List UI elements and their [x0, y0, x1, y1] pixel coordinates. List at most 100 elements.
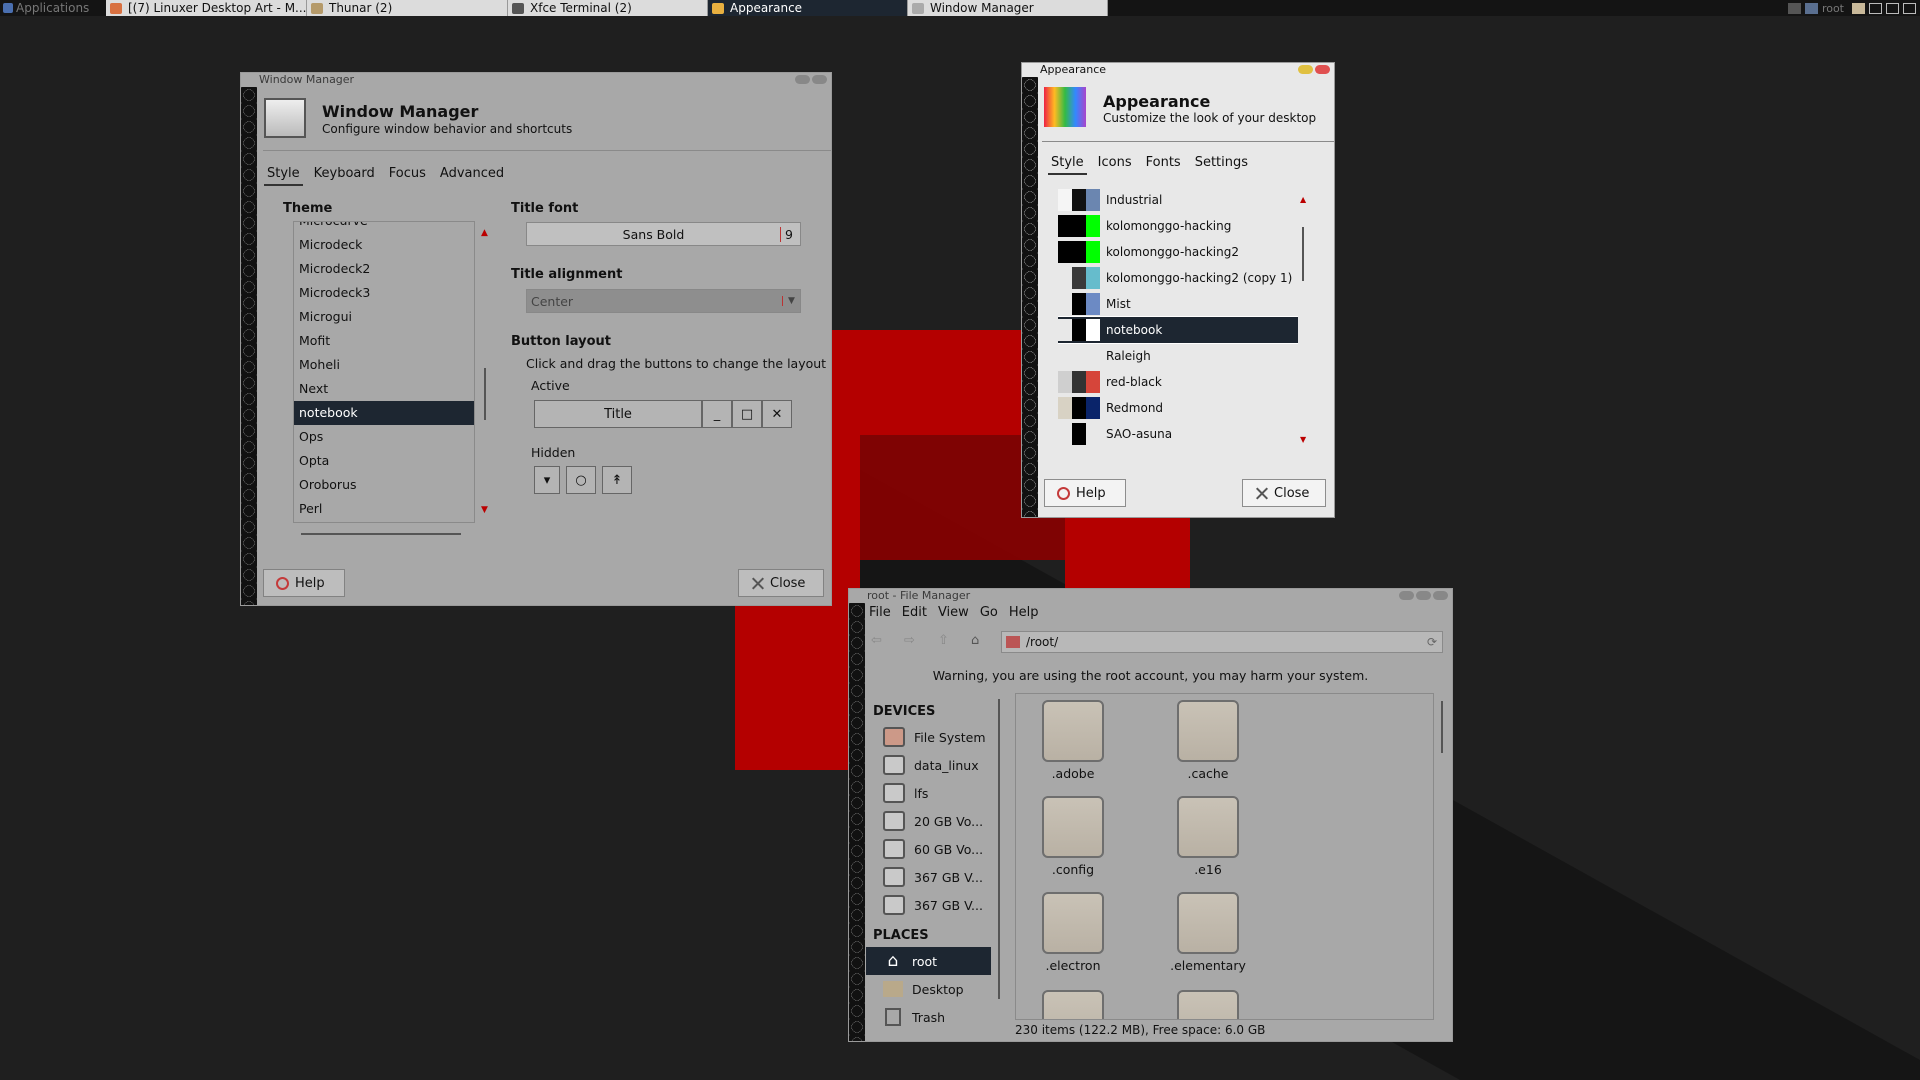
- menu-edit[interactable]: Edit: [902, 605, 927, 620]
- close-window-button[interactable]: [1433, 591, 1448, 600]
- close-layout-button[interactable]: ✕: [762, 400, 792, 428]
- close-button[interactable]: Close: [1242, 479, 1326, 507]
- sidebar-scrollbar[interactable]: [998, 699, 1000, 999]
- list-item[interactable]: Industrial: [1058, 187, 1298, 213]
- icon-view[interactable]: .adobe .cache .config .e16 .electron .el…: [1015, 693, 1434, 1020]
- list-item[interactable]: Opta: [294, 449, 474, 473]
- sidebar-item-data-linux[interactable]: data_linux: [866, 751, 991, 779]
- network-icon[interactable]: [1787, 2, 1801, 14]
- task-thunar[interactable]: Thunar (2): [307, 0, 508, 16]
- title-font-button[interactable]: Sans Bold 9: [526, 222, 801, 246]
- scroll-up-icon[interactable]: ▲: [1300, 195, 1306, 204]
- view-scrollbar[interactable]: [1441, 701, 1443, 753]
- sidebar-item-trash[interactable]: Trash: [866, 1003, 991, 1031]
- task-appearance[interactable]: Appearance: [708, 0, 908, 16]
- tab-focus[interactable]: Focus: [386, 166, 429, 186]
- minimize-button[interactable]: [1399, 591, 1414, 600]
- horizontal-scrollbar[interactable]: [301, 533, 461, 535]
- list-item[interactable]: SAO-asuna: [1058, 421, 1298, 447]
- up-icon[interactable]: ⇧: [938, 633, 956, 649]
- help-button[interactable]: Help: [1044, 479, 1126, 507]
- list-item[interactable]: Microcurve: [294, 222, 474, 233]
- window-title[interactable]: Appearance: [1022, 63, 1334, 77]
- sidebar-item-lfs[interactable]: lfs: [866, 779, 991, 807]
- close-button[interactable]: Close: [738, 569, 824, 597]
- tab-style[interactable]: Style: [264, 166, 303, 186]
- workspace-3-icon[interactable]: [1903, 2, 1916, 14]
- minimize-button[interactable]: [1298, 65, 1313, 74]
- list-item[interactable]: Mofit: [294, 329, 474, 353]
- list-item[interactable]: Ops: [294, 425, 474, 449]
- sidebar-item-desktop[interactable]: Desktop: [866, 975, 991, 1003]
- style-list[interactable]: Industrial kolomonggo-hacking kolomonggo-h…: [1058, 187, 1298, 467]
- home-icon[interactable]: ⌂: [971, 633, 989, 649]
- title-alignment-dropdown[interactable]: Center ▼: [526, 289, 801, 313]
- list-item[interactable]: Microdeck: [294, 233, 474, 257]
- workspace-2-icon[interactable]: [1886, 2, 1899, 14]
- folder-icon[interactable]: [1852, 2, 1865, 14]
- scroll-up-icon[interactable]: ▲: [481, 228, 488, 238]
- list-item[interactable]: Microdeck2: [294, 257, 474, 281]
- list-item[interactable]: kolomonggo-hacking2 (copy 1): [1058, 265, 1298, 291]
- folder-item[interactable]: [1153, 990, 1263, 1019]
- list-item[interactable]: kolomonggo-hacking: [1058, 213, 1298, 239]
- window-title[interactable]: Window Manager: [241, 73, 831, 87]
- tab-keyboard[interactable]: Keyboard: [311, 166, 378, 186]
- folder-item[interactable]: .e16: [1153, 796, 1263, 877]
- list-item-selected[interactable]: notebook: [1058, 316, 1298, 344]
- menu-layout-button[interactable]: ▾: [534, 466, 560, 494]
- list-item[interactable]: Oroborus: [294, 473, 474, 497]
- menu-file[interactable]: File: [869, 605, 891, 620]
- help-button[interactable]: Help: [263, 569, 345, 597]
- minimize-layout-button[interactable]: _: [702, 400, 732, 428]
- task-browser[interactable]: [(7) Linuxer Desktop Art - M...: [106, 0, 307, 16]
- close-window-button[interactable]: [812, 75, 827, 84]
- list-item[interactable]: Moheli: [294, 353, 474, 377]
- tab-style[interactable]: Style: [1048, 155, 1087, 175]
- sidebar-item-volume-367b[interactable]: 367 GB V...: [866, 891, 991, 919]
- list-item[interactable]: Next: [294, 377, 474, 401]
- tab-settings[interactable]: Settings: [1192, 155, 1251, 175]
- folder-item[interactable]: [1018, 990, 1128, 1019]
- minimize-button[interactable]: [795, 75, 810, 84]
- close-window-button[interactable]: [1315, 65, 1330, 74]
- user-label[interactable]: root: [1822, 2, 1844, 15]
- scroll-down-icon[interactable]: ▼: [481, 505, 488, 515]
- task-terminal[interactable]: Xfce Terminal (2): [508, 0, 708, 16]
- sidebar-item-volume-367a[interactable]: 367 GB V...: [866, 863, 991, 891]
- active-title-slot[interactable]: Title: [534, 400, 702, 428]
- display-icon[interactable]: [1804, 2, 1818, 14]
- list-item[interactable]: red-black: [1058, 369, 1298, 395]
- list-item[interactable]: Redmond: [1058, 395, 1298, 421]
- list-item[interactable]: Microdeck3: [294, 281, 474, 305]
- maximize-layout-button[interactable]: □: [732, 400, 762, 428]
- list-item-selected[interactable]: notebook: [294, 401, 474, 425]
- stick-layout-button[interactable]: ○: [566, 466, 596, 494]
- window-title[interactable]: root - File Manager: [849, 589, 1452, 603]
- list-item[interactable]: Mist: [1058, 291, 1298, 317]
- folder-item[interactable]: .cache: [1153, 700, 1263, 781]
- sidebar-item-volume-60[interactable]: 60 GB Vo...: [866, 835, 991, 863]
- sidebar-item-root[interactable]: ⌂ root: [866, 947, 991, 975]
- tab-icons[interactable]: Icons: [1095, 155, 1135, 175]
- scroll-down-icon[interactable]: ▼: [1300, 435, 1306, 444]
- folder-item[interactable]: .electron: [1018, 892, 1128, 973]
- theme-list[interactable]: Microcurve Microdeck Microdeck2 Microdec…: [293, 221, 475, 523]
- menu-help[interactable]: Help: [1009, 605, 1039, 620]
- sidebar-item-filesystem[interactable]: File System: [866, 723, 991, 751]
- folder-item[interactable]: .adobe: [1018, 700, 1128, 781]
- list-item[interactable]: Perl: [294, 497, 474, 521]
- reload-icon[interactable]: ⟳: [1427, 635, 1437, 649]
- folder-item[interactable]: .config: [1018, 796, 1128, 877]
- list-item[interactable]: Raleigh: [1058, 343, 1298, 369]
- list-scrollbar[interactable]: [1302, 227, 1304, 281]
- applications-menu[interactable]: Applications: [0, 0, 106, 16]
- workspace-1-icon[interactable]: [1869, 2, 1882, 14]
- back-icon[interactable]: ⇦: [871, 633, 889, 649]
- maximize-button[interactable]: [1416, 591, 1431, 600]
- task-window-manager[interactable]: Window Manager: [908, 0, 1108, 16]
- list-item[interactable]: kolomonggo-hacking2: [1058, 239, 1298, 265]
- sidebar-item-volume-20[interactable]: 20 GB Vo...: [866, 807, 991, 835]
- list-scrollbar[interactable]: [484, 368, 486, 420]
- folder-item[interactable]: .elementary: [1153, 892, 1263, 973]
